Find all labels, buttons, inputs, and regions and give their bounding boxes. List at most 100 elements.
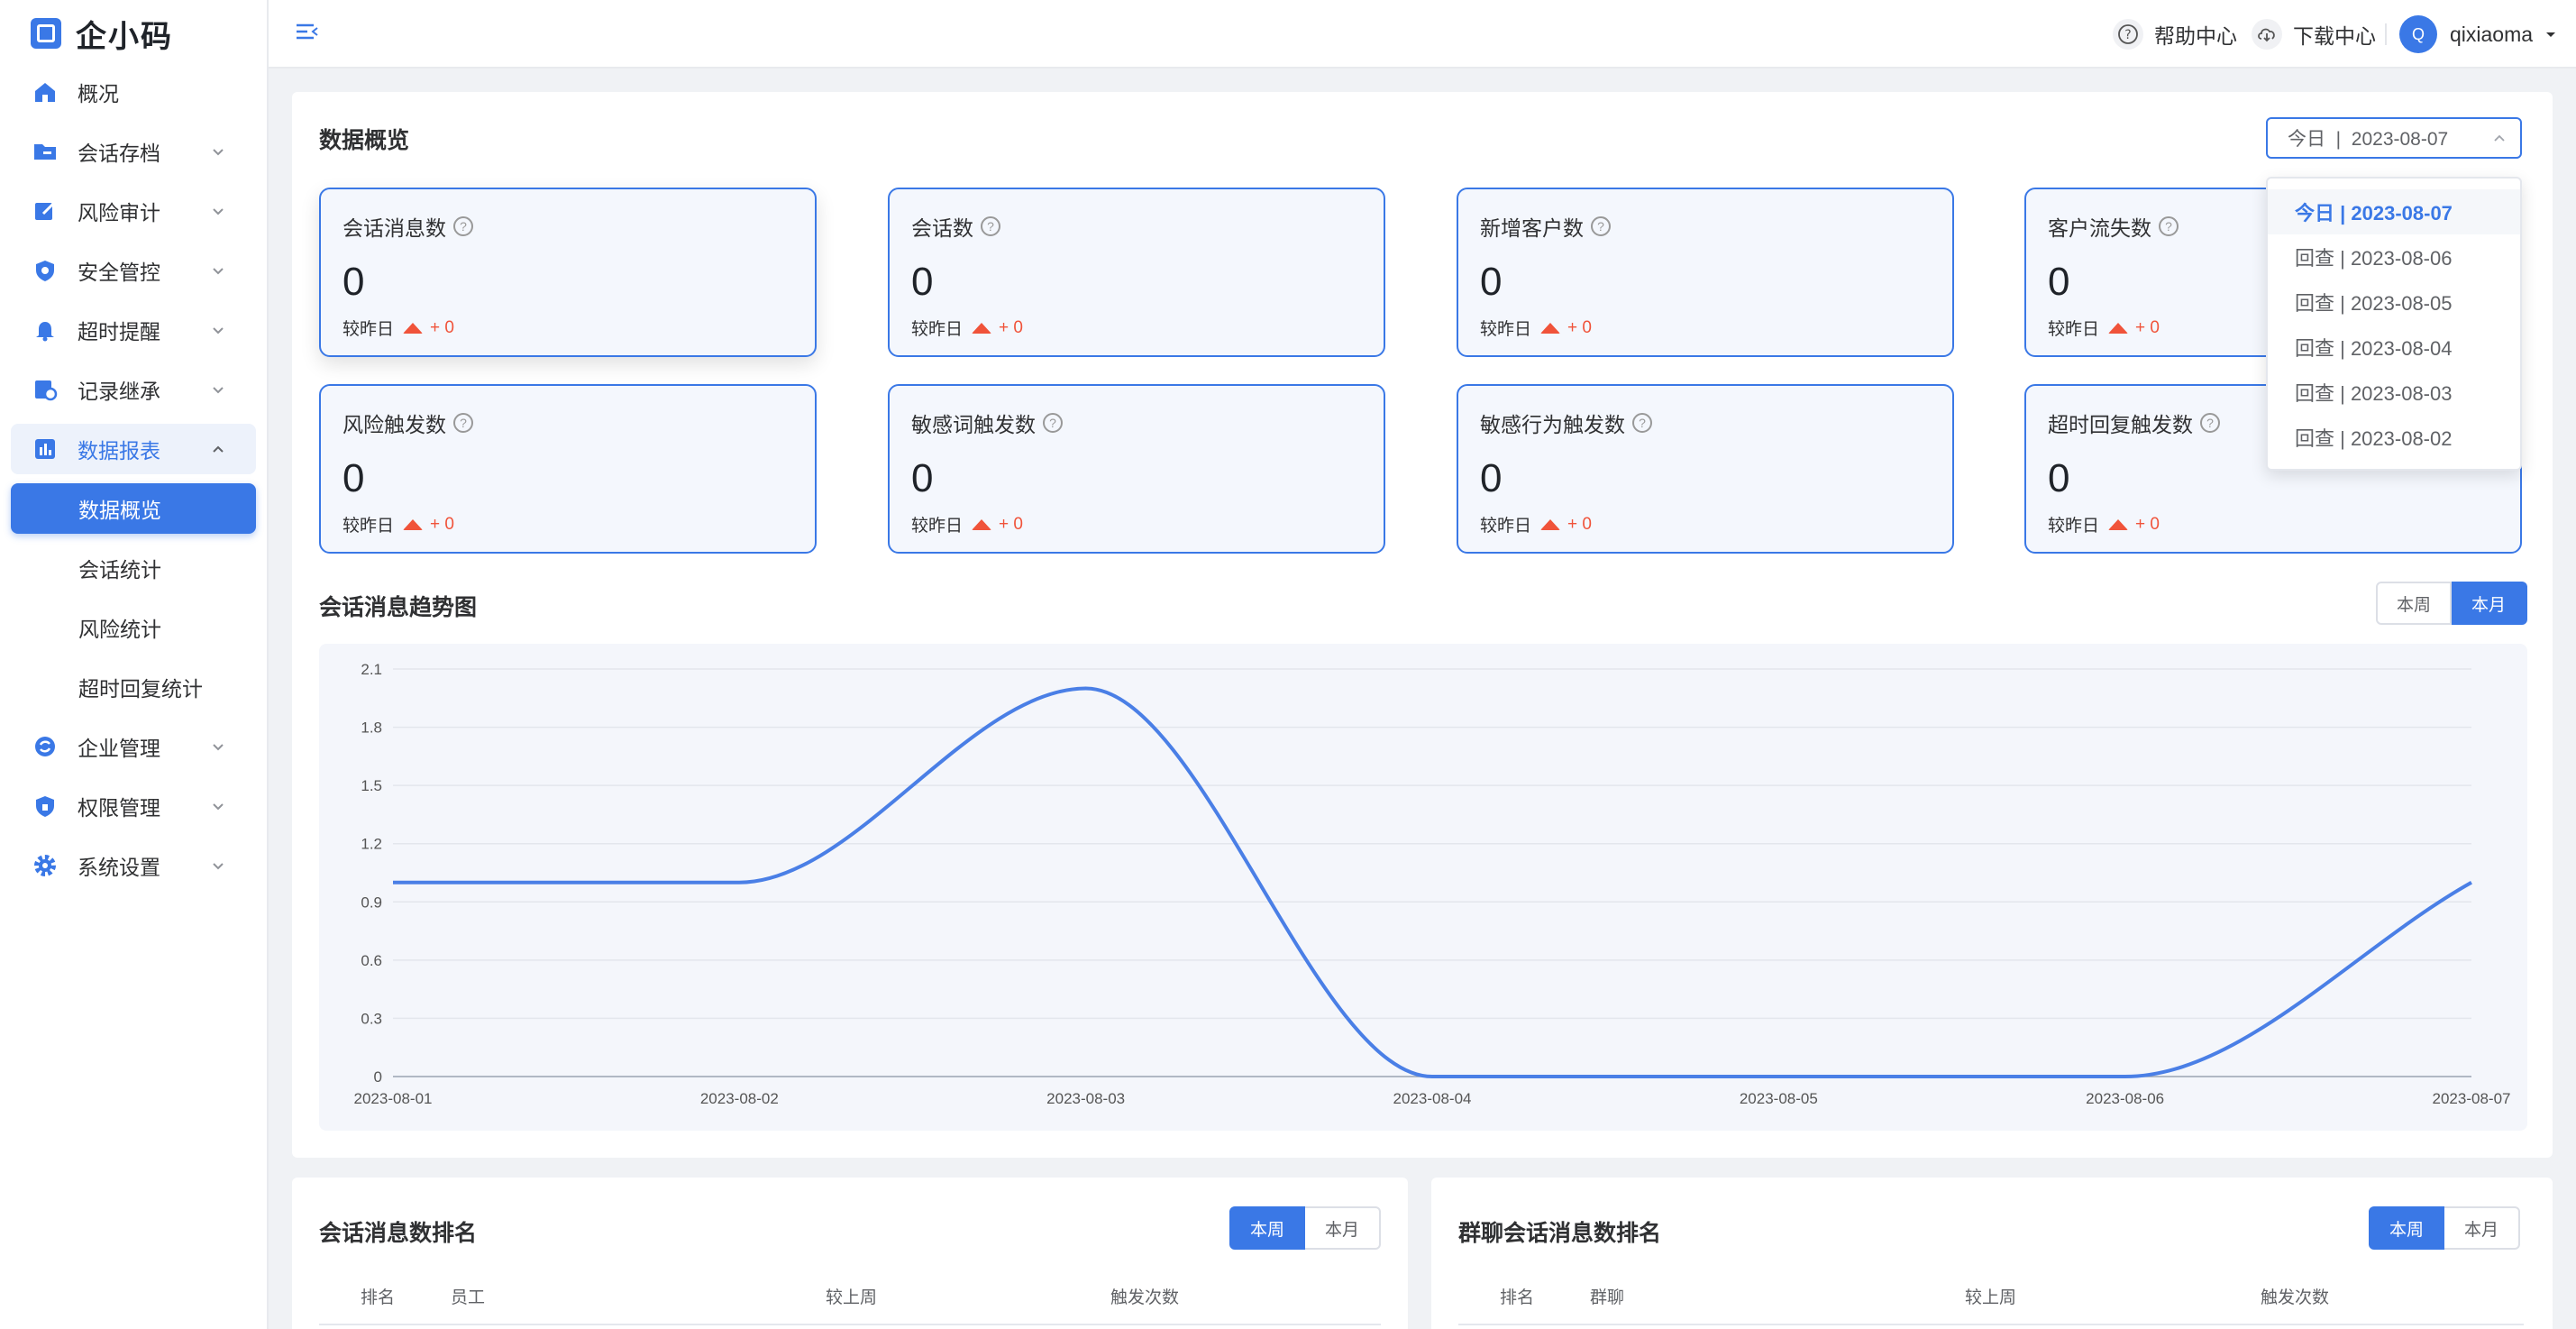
sidebar-item-settings[interactable]: 系统设置: [11, 840, 256, 891]
cloud-download-icon: [2252, 19, 2282, 50]
column-header[interactable]: 较上周: [1965, 1284, 2016, 1308]
date-option[interactable]: 回查 | 2023-08-06: [2268, 234, 2520, 280]
collapse-menu-icon[interactable]: [294, 20, 321, 47]
stat-value: 0: [1480, 456, 1503, 500]
help-icon[interactable]: ?: [1043, 413, 1063, 433]
stat-value: 0: [2048, 260, 2070, 304]
sidebar-item-label: 数据报表: [78, 439, 160, 463]
date-option[interactable]: 回查 | 2023-08-05: [2268, 280, 2520, 325]
edit-icon: [32, 198, 58, 224]
x-tick-label: 2023-08-03: [1046, 1090, 1125, 1107]
compare-label: 较昨日: [343, 320, 395, 339]
column-header[interactable]: 员工: [451, 1284, 485, 1308]
column-header[interactable]: 排名: [361, 1284, 395, 1308]
sidebar-item-chat-archive[interactable]: 会话存档: [11, 126, 256, 177]
y-tick-label: 1.2: [361, 836, 382, 853]
compare-label: 较昨日: [343, 517, 395, 536]
column-header[interactable]: 群聊: [1590, 1284, 1624, 1308]
bell-icon: [32, 317, 58, 343]
help-icon[interactable]: ?: [1591, 216, 1611, 236]
column-header[interactable]: 较上周: [826, 1284, 877, 1308]
help-icon[interactable]: ?: [453, 216, 473, 236]
date-option[interactable]: 回查 | 2023-08-04: [2268, 325, 2520, 370]
stat-card-sensitive-words[interactable]: 敏感词触发数? 0 较昨日 + 0: [888, 384, 1385, 554]
stat-value: 0: [2048, 456, 2070, 500]
date-option[interactable]: 回查 | 2023-08-02: [2268, 415, 2520, 460]
sidebar-subitem-risk-stats[interactable]: 风险统计: [11, 602, 256, 653]
stat-card-sessions[interactable]: 会话数? 0 较昨日 + 0: [888, 188, 1385, 357]
sidebar-item-permissions[interactable]: 权限管理: [11, 781, 256, 831]
chevron-down-icon: [213, 863, 224, 870]
stat-card-new-customers[interactable]: 新增客户数? 0 较昨日 + 0: [1457, 188, 1954, 357]
y-tick-label: 1.5: [361, 777, 382, 794]
sidebar-item-overview[interactable]: 概况: [11, 67, 256, 117]
ranking-left-toggle: 本周 本月: [1229, 1206, 1381, 1250]
column-header[interactable]: 触发次数: [1110, 1284, 1179, 1308]
chevron-down-icon: [213, 268, 224, 275]
toggle-month[interactable]: 本月: [2452, 582, 2527, 625]
stat-value: 0: [1480, 260, 1503, 304]
sidebar-item-timeout-alert[interactable]: 超时提醒: [11, 305, 256, 355]
shield-icon: [32, 258, 58, 283]
sidebar-item-label: 概况: [78, 82, 119, 105]
toggle-week[interactable]: 本周: [2369, 1206, 2444, 1250]
stat-title: 超时回复触发数: [2048, 413, 2193, 436]
table-divider: [319, 1324, 1381, 1325]
chevron-up-icon: [213, 445, 224, 453]
toggle-week[interactable]: 本周: [2376, 582, 2452, 625]
sidebar-item-risk-audit[interactable]: 风险审计: [11, 186, 256, 236]
home-icon: [32, 79, 58, 105]
sidebar-subitem-timeout-stats[interactable]: 超时回复统计: [11, 662, 256, 712]
up-triangle-icon: [1540, 322, 1561, 334]
date-option[interactable]: 今日 | 2023-08-07: [2268, 189, 2520, 234]
sidebar-subitem-data-overview[interactable]: 数据概览: [11, 483, 256, 534]
download-center-label: 下载中心: [2293, 24, 2376, 48]
help-center-link[interactable]: ? 帮助中心: [2113, 16, 2237, 52]
chevron-up-icon: [2494, 134, 2505, 142]
up-triangle-icon: [972, 322, 992, 334]
trend-chart-container: 0 0.3 0.6 0.9 1.2 1.5 1.8 2.1 2023-08-01 2023-08-…: [319, 644, 2527, 1131]
y-tick-label: 1.8: [361, 719, 382, 737]
stat-card-sensitive-actions[interactable]: 敏感行为触发数? 0 较昨日 + 0: [1457, 384, 1954, 554]
stat-card-messages[interactable]: 会话消息数? 0 较昨日 + 0: [319, 188, 817, 357]
stat-delta: + 0: [999, 514, 1023, 534]
help-icon[interactable]: ?: [453, 413, 473, 433]
sidebar-item-record-transfer[interactable]: 记录继承: [11, 364, 256, 415]
overview-title: 数据概览: [319, 128, 410, 153]
help-icon[interactable]: ?: [2200, 413, 2220, 433]
help-icon[interactable]: ?: [2159, 216, 2179, 236]
date-option[interactable]: 回查 | 2023-08-03: [2268, 370, 2520, 415]
top-header: ? 帮助中心 下载中心 Q qixiaoma: [269, 0, 2576, 69]
logo[interactable]: 企小码: [0, 0, 267, 67]
stat-delta: + 0: [430, 514, 454, 534]
up-triangle-icon: [403, 518, 424, 530]
help-center-label: 帮助中心: [2154, 24, 2237, 48]
sidebar-item-enterprise[interactable]: 企业管理: [11, 721, 256, 772]
toggle-week[interactable]: 本周: [1229, 1206, 1305, 1250]
transfer-icon: [32, 377, 58, 402]
stat-delta: + 0: [1567, 514, 1592, 534]
toggle-month[interactable]: 本月: [2444, 1206, 2520, 1250]
user-menu[interactable]: Q qixiaoma: [2399, 15, 2558, 53]
compare-label: 较昨日: [1480, 320, 1532, 339]
up-triangle-icon: [2108, 322, 2129, 334]
column-header[interactable]: 触发次数: [2261, 1284, 2329, 1308]
compare-label: 较昨日: [2048, 517, 2100, 536]
x-tick-label: 2023-08-07: [2433, 1090, 2511, 1107]
help-icon[interactable]: ?: [1632, 413, 1652, 433]
stat-card-risk-triggers[interactable]: 风险触发数? 0 较昨日 + 0: [319, 384, 817, 554]
sidebar-subitem-chat-stats[interactable]: 会话统计: [11, 543, 256, 593]
sidebar-item-data-report[interactable]: 数据报表: [11, 424, 256, 474]
stat-title: 风险触发数: [343, 413, 446, 436]
sidebar-item-security[interactable]: 安全管控: [11, 245, 256, 296]
download-center-link[interactable]: 下载中心: [2252, 16, 2376, 52]
up-triangle-icon: [2108, 518, 2129, 530]
x-tick-label: 2023-08-06: [2086, 1090, 2164, 1107]
help-icon[interactable]: ?: [981, 216, 1000, 236]
toggle-month[interactable]: 本月: [1305, 1206, 1381, 1250]
lock-shield-icon: [32, 793, 58, 819]
column-header[interactable]: 排名: [1500, 1284, 1534, 1308]
chevron-down-icon: [213, 208, 224, 215]
stat-title: 客户流失数: [2048, 216, 2151, 240]
date-select[interactable]: 今日 | 2023-08-07: [2266, 117, 2522, 159]
